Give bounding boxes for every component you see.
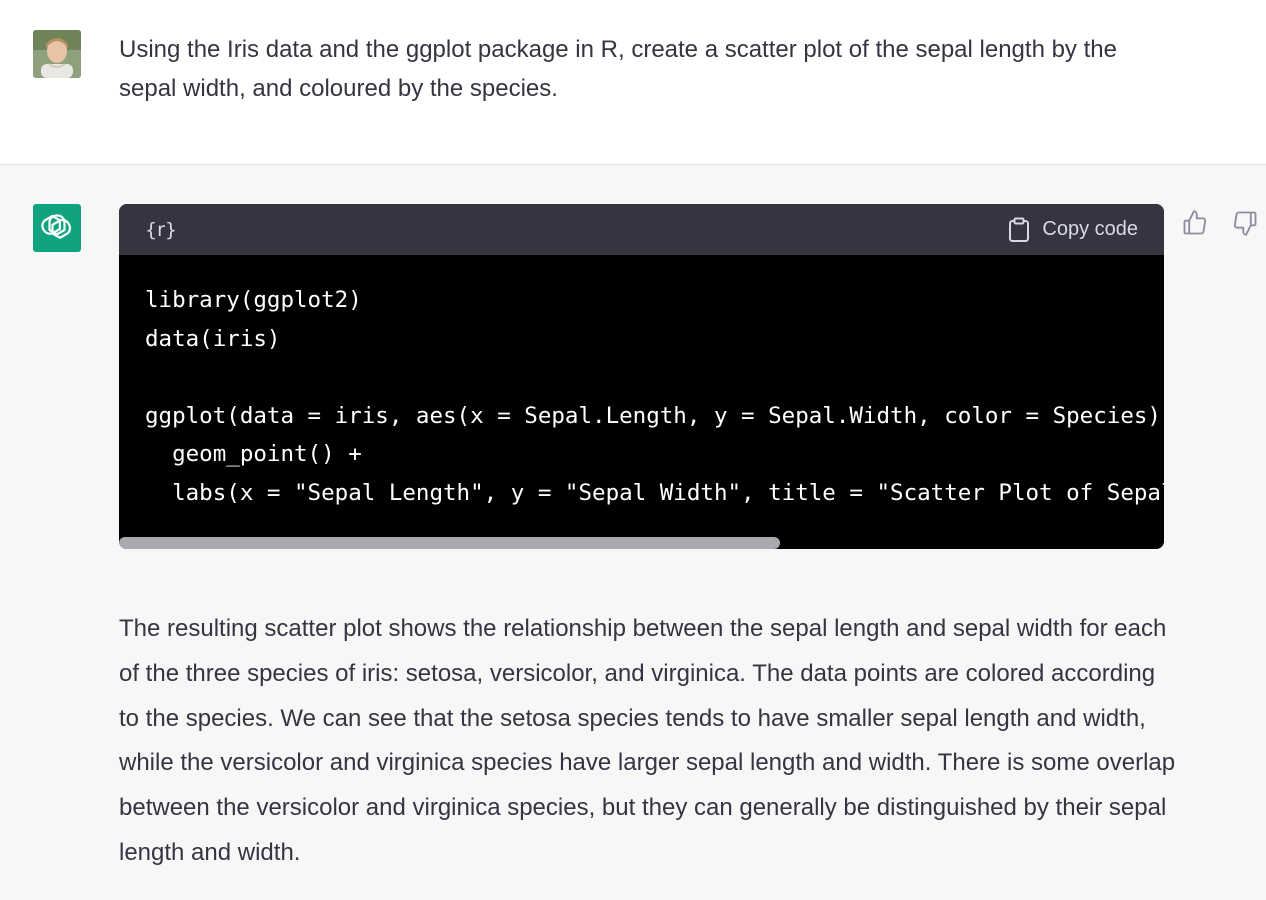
code-line: library(ggplot2) [145,287,362,313]
user-photo-avatar [33,30,81,78]
code-body: library(ggplot2) data(iris) ggplot(data … [119,255,1164,549]
user-avatar [33,30,81,78]
horizontal-scrollbar-thumb[interactable] [119,537,780,549]
code-content: library(ggplot2) data(iris) ggplot(data … [145,281,1164,512]
code-line: ggplot(data = iris, aes(x = Sepal.Length… [145,402,1164,429]
code-block: {r} Copy code library(ggplot2) data(iris… [119,204,1164,549]
openai-logo-icon [41,214,72,239]
code-line: labs(x = "Sepal Length", y = "Sepal Widt… [172,479,1164,506]
thumbs-up-icon [1183,210,1207,235]
copy-code-label: Copy code [1042,218,1138,240]
code-line: geom_point() + [145,441,362,467]
assistant-response-text: The resulting scatter plot shows the rel… [119,615,1176,866]
code-block-header: {r} Copy code [119,204,1164,255]
copy-code-button[interactable]: Copy code [1008,217,1138,243]
assistant-message-row: {r} Copy code library(ggplot2) data(iris… [0,165,1266,900]
user-message-text: Using the Iris data and the ggplot packa… [119,36,1117,102]
code-language-label: {r} [145,218,177,241]
clipboard-icon [1009,217,1030,242]
assistant-avatar [33,204,81,252]
horizontal-scrollbar-track[interactable] [119,537,1164,549]
thumbs-down-button[interactable] [1231,209,1259,237]
code-line: data(iris) [145,325,281,352]
user-message-row: Using the Iris data and the ggplot packa… [0,0,1266,165]
thumbs-down-icon [1233,211,1257,236]
thumbs-up-button[interactable] [1181,209,1209,237]
feedback-buttons [1181,209,1259,237]
